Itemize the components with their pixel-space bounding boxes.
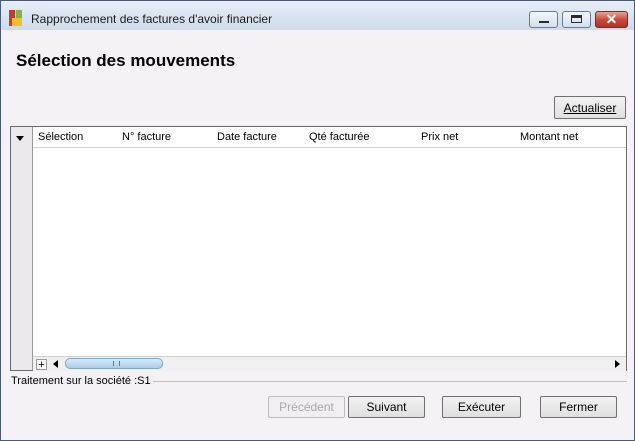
- close-icon: ✕: [605, 11, 618, 27]
- maximize-button[interactable]: [562, 11, 591, 28]
- refresh-button[interactable]: Actualiser: [554, 96, 626, 119]
- scrollbar-thumb[interactable]: [65, 358, 163, 369]
- section-title: Sélection des mouvements: [16, 51, 236, 70]
- execute-button[interactable]: Exécuter: [442, 396, 521, 418]
- close-button[interactable]: Fermer: [540, 396, 617, 418]
- maximize-icon: [571, 15, 582, 23]
- grip-icon: [113, 361, 120, 366]
- add-row-icon[interactable]: +: [36, 359, 47, 371]
- column-header-selection[interactable]: Sélection: [38, 131, 83, 143]
- grid-header: Sélection N° facture Date facture Qté fa…: [33, 127, 626, 148]
- column-header-invoiced-quantity[interactable]: Qté facturée: [309, 131, 370, 143]
- row-header: [11, 127, 33, 370]
- dropdown-arrow-icon[interactable]: [16, 136, 24, 141]
- column-header-net-price[interactable]: Prix net: [421, 131, 458, 143]
- title-bar[interactable]: Rapprochement des factures d'avoir finan…: [1, 1, 634, 30]
- column-header-net-amount[interactable]: Montant net: [520, 131, 578, 143]
- app-icon: [9, 10, 25, 26]
- status-text: Traitement sur la société :S1: [11, 375, 153, 387]
- window-title: Rapprochement des factures d'avoir finan…: [31, 12, 273, 26]
- minimize-button[interactable]: [529, 11, 558, 28]
- column-header-invoice-date[interactable]: Date facture: [217, 131, 277, 143]
- minimize-icon: [539, 21, 549, 23]
- next-button[interactable]: Suivant: [348, 396, 425, 418]
- dialog-window: Rapprochement des factures d'avoir finan…: [0, 0, 635, 441]
- scroll-left-icon[interactable]: [53, 360, 58, 368]
- scroll-right-icon[interactable]: [615, 360, 620, 368]
- column-header-invoice-number[interactable]: N° facture: [122, 131, 171, 143]
- previous-button[interactable]: Précédent: [268, 396, 345, 418]
- movements-grid[interactable]: Sélection N° facture Date facture Qté fa…: [10, 126, 627, 371]
- horizontal-scrollbar[interactable]: +: [33, 356, 626, 371]
- close-window-button[interactable]: ✕: [595, 11, 628, 28]
